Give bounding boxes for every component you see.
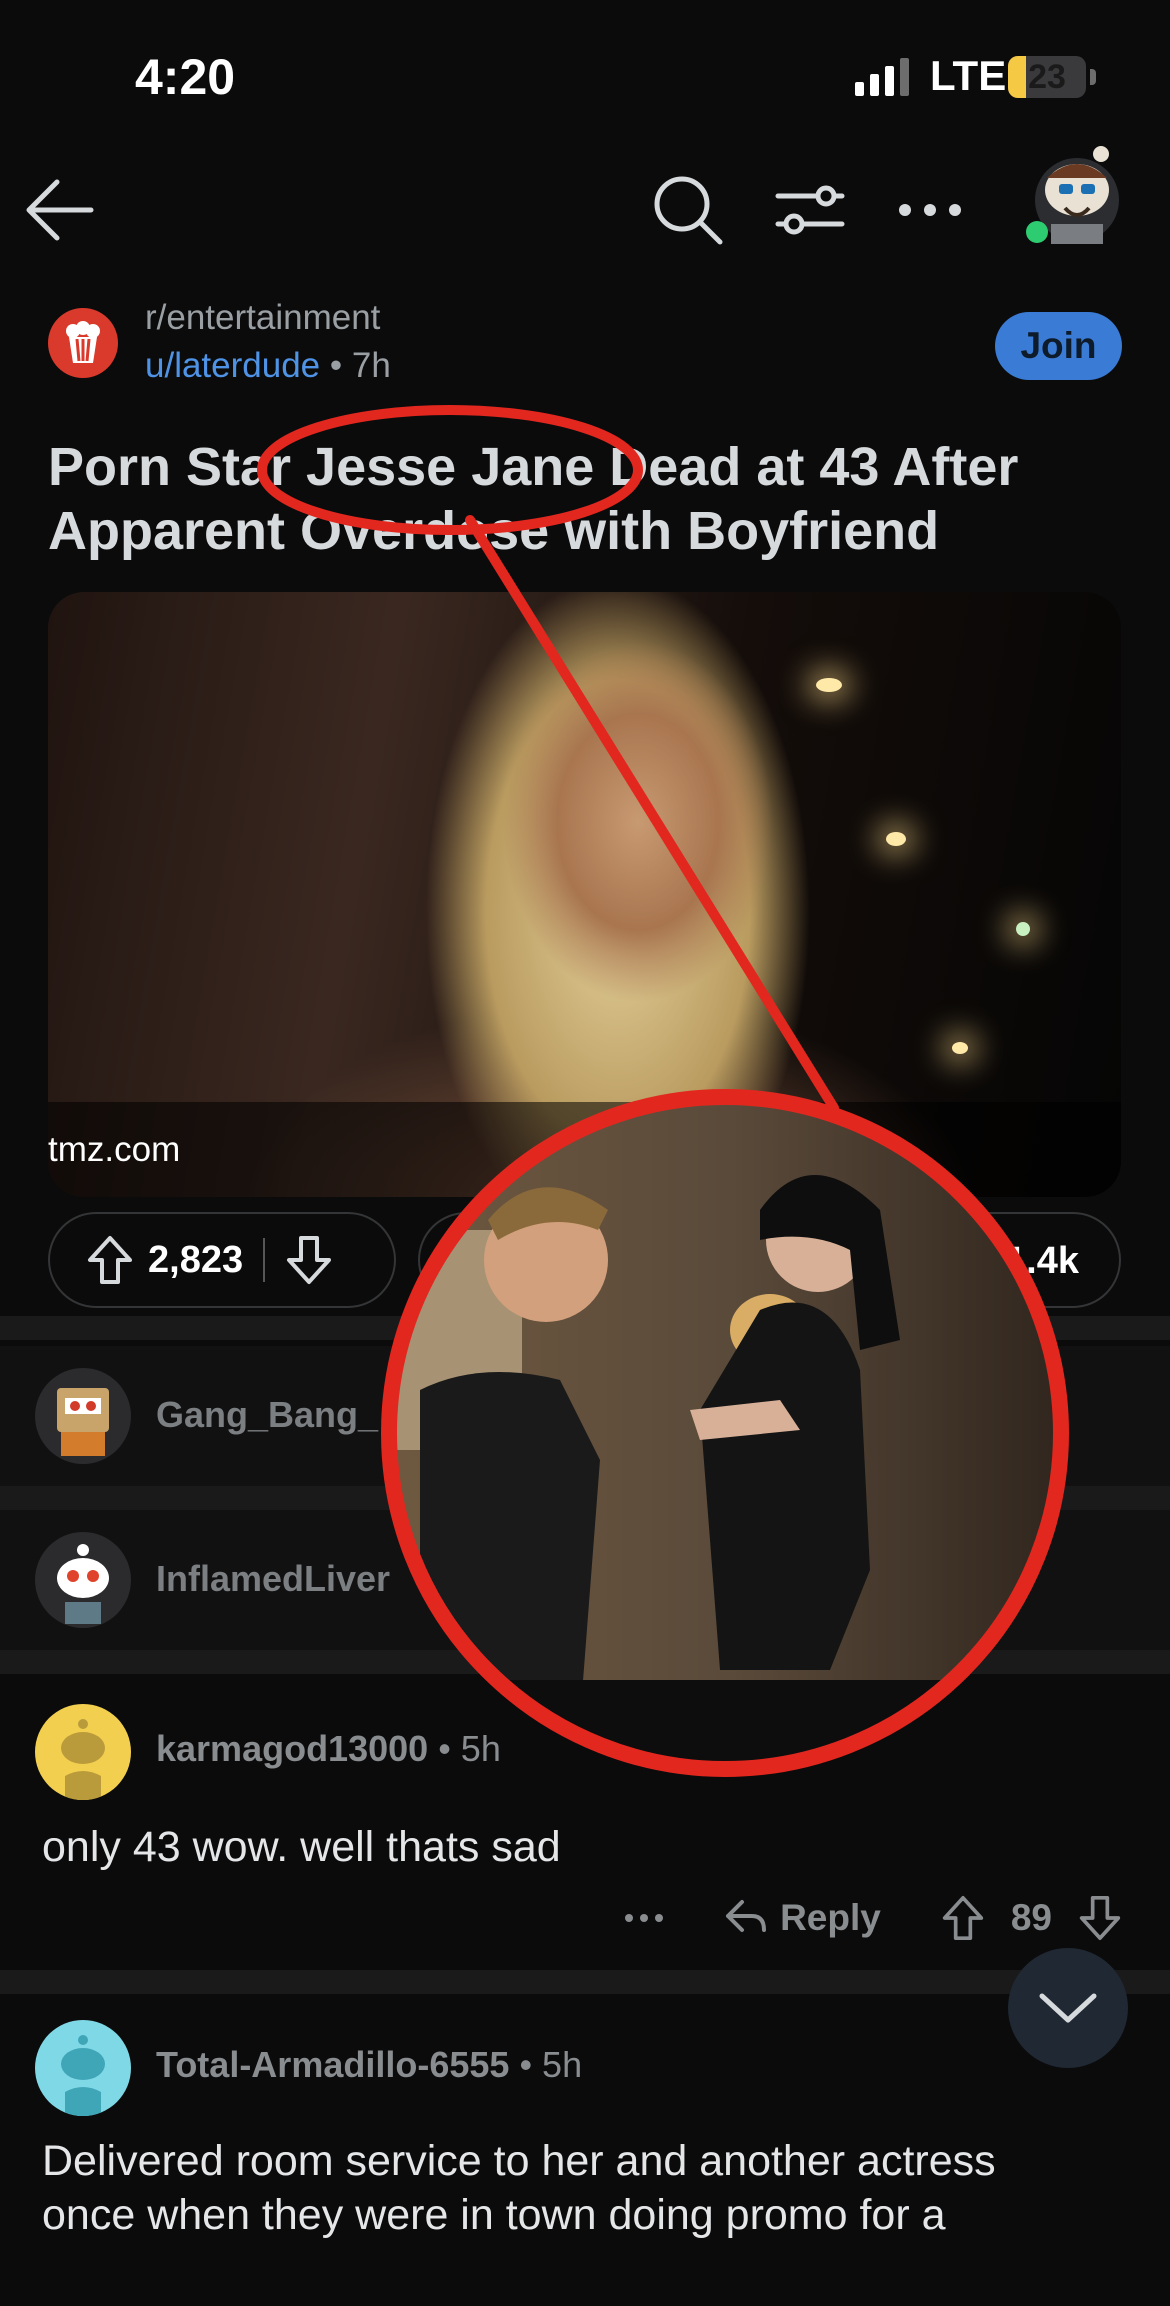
comment-age: 5h (460, 1728, 501, 1769)
comment-actions: Reply 89 (624, 1888, 1122, 1948)
back-arrow-icon[interactable] (14, 165, 104, 255)
subreddit-popcorn-icon[interactable] (48, 308, 118, 378)
comment: karmagod13000 • 5h only 43 wow. well tha… (0, 1674, 1170, 1970)
comment-body: only 43 wow. well thats sad (42, 1823, 561, 1871)
post-title-line: Porn Star Jesse Jane Dead at 43 After (48, 437, 1019, 497)
network-type: LTE (930, 52, 1007, 99)
collapsed-comment[interactable]: Gang_Bang_ (0, 1346, 1170, 1486)
search-icon[interactable] (643, 165, 733, 255)
cellular-signal-icon (855, 58, 909, 96)
meta-separator: • (329, 346, 352, 385)
comment-downvote-icon[interactable] (1078, 1894, 1122, 1942)
section-divider (0, 1316, 1170, 1340)
background-light (952, 1042, 968, 1054)
chevron-down-icon (1039, 1993, 1097, 2023)
comment: Total-Armadillo-6555 • 5h Delivered room… (0, 1994, 1170, 2306)
commenter-avatar[interactable] (35, 1532, 131, 1628)
reply-button[interactable]: Reply (724, 1897, 881, 1939)
comment-body-line: Delivered room service to her and anothe… (42, 2137, 996, 2185)
link-caption-bar (48, 1102, 1121, 1197)
more-icon[interactable] (885, 165, 975, 255)
comment-username[interactable]: karmagod13000 (156, 1728, 428, 1769)
comment-body-line: once when they were in town doing promo … (42, 2191, 946, 2239)
post-header: r/entertainment u/laterdude • 7h Join (0, 290, 1170, 400)
post-age: 7h (351, 346, 391, 385)
comment-meta: Total-Armadillo-6555 • 5h (156, 2044, 582, 2086)
reply-icon (726, 1900, 767, 1932)
section-divider (0, 1650, 1170, 1674)
comment-score: 89 (1010, 1897, 1052, 1938)
join-button[interactable]: Join (995, 312, 1122, 380)
background-light (1016, 922, 1030, 936)
meta-separator: • (519, 2044, 543, 2085)
comment-age: 5h (542, 2044, 583, 2085)
link-domain[interactable]: tmz.com (48, 1130, 180, 1170)
share-button[interactable]: 1.4k (418, 1212, 1121, 1308)
post-image[interactable] (48, 592, 1121, 1197)
subreddit-name[interactable]: r/entertainment (145, 298, 380, 338)
comment-meta: karmagod13000 • 5h (156, 1728, 501, 1770)
post-title[interactable]: Porn Star Jesse Jane Dead at 43 After Ap… (48, 435, 1118, 563)
collapsed-comment-username[interactable]: Gang_Bang_ (156, 1394, 378, 1436)
share-count: 1.4k (1005, 1240, 1079, 1282)
commenter-avatar[interactable] (35, 2020, 131, 2116)
post-actions: 2,823 1.4k (48, 1212, 1121, 1308)
downvote-icon[interactable] (285, 1234, 333, 1286)
battery-icon: 23 (1008, 56, 1086, 98)
vote-separator (263, 1238, 266, 1282)
reply-label: Reply (780, 1897, 881, 1938)
commenter-avatar[interactable] (35, 1704, 131, 1800)
user-avatar[interactable] (1025, 140, 1123, 248)
background-light (886, 832, 906, 846)
comment-upvote-icon[interactable] (941, 1894, 985, 1942)
post-author[interactable]: u/laterdude (145, 346, 320, 385)
collapsed-comment-username[interactable]: InflamedLiver (156, 1558, 390, 1600)
section-divider (0, 1486, 1170, 1510)
section-divider (0, 1970, 1170, 1994)
upvote-icon[interactable] (86, 1234, 134, 1286)
upvote-count: 2,823 (148, 1238, 244, 1281)
status-time: 4:20 (135, 49, 236, 105)
meta-separator: • (438, 1728, 461, 1769)
comment-more-icon[interactable] (624, 1913, 664, 1923)
status-bar: 4:20 LTE 23 (0, 0, 1170, 150)
collapsed-comment[interactable]: InflamedLiver (0, 1510, 1170, 1650)
battery-percent: 23 (1028, 58, 1066, 96)
scroll-to-next-comment-button[interactable] (1008, 1948, 1128, 2068)
top-nav (0, 150, 1170, 270)
post-title-line: Apparent Overdose with Boyfriend (48, 501, 940, 561)
background-light (816, 678, 842, 692)
vote-pill: 2,823 (48, 1212, 396, 1308)
battery-tip (1090, 69, 1096, 85)
commenter-avatar[interactable] (35, 1368, 131, 1464)
filter-sliders-icon[interactable] (765, 165, 855, 255)
post-author-line: u/laterdude • 7h (145, 346, 391, 386)
comment-username[interactable]: Total-Armadillo-6555 (156, 2044, 509, 2085)
comment-body: Delivered room service to her and anothe… (42, 2134, 1132, 2242)
